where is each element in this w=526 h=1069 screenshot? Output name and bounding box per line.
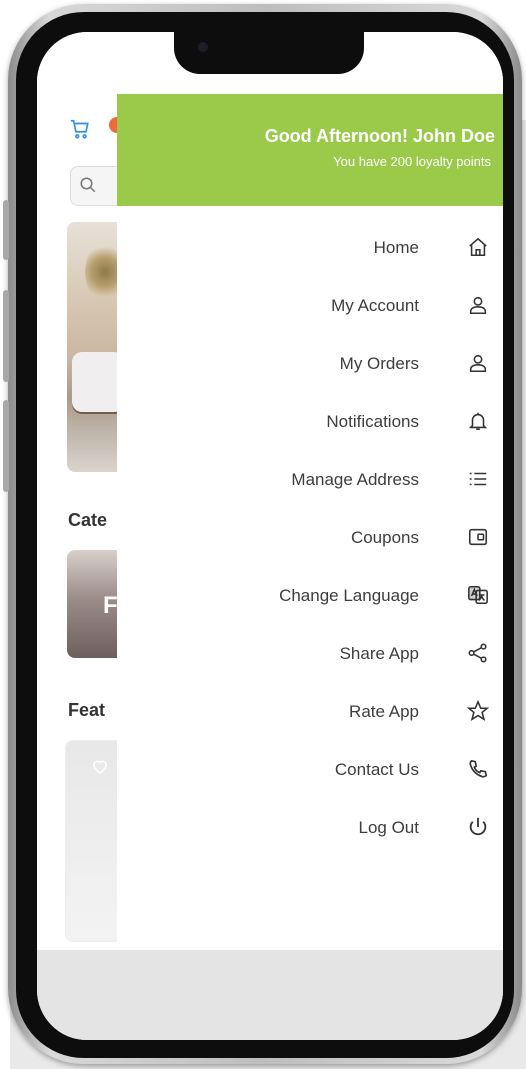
star-icon [466, 699, 490, 722]
share-icon [467, 642, 489, 664]
menu-item-manage-address[interactable]: Manage Address [117, 458, 503, 502]
menu-item-rate-app[interactable]: Rate App [117, 690, 503, 734]
translate-icon [467, 584, 489, 606]
drawer-header: Good Afternoon! John Doe You have 200 lo… [117, 94, 503, 206]
greeting-text: Good Afternoon! John Doe [264, 126, 495, 146]
phone-icon [467, 758, 489, 780]
categories-heading: Cate [68, 510, 108, 530]
menu-item-label: Home [373, 238, 419, 257]
phone-volume-down-button [3, 400, 9, 492]
list-icon [467, 468, 489, 490]
category-card-label: F [103, 592, 118, 619]
menu-item-my-orders[interactable]: My Orders [117, 342, 503, 386]
bottom-area [37, 950, 503, 1040]
menu-item-log-out[interactable]: Log Out [117, 806, 503, 850]
menu-item-label: Change Language [279, 586, 419, 605]
menu-item-notifications[interactable]: Notifications [117, 400, 503, 444]
menu-item-label: Contact Us [334, 760, 419, 779]
front-camera [198, 42, 208, 52]
power-icon [467, 816, 489, 838]
side-drawer: Good Afternoon! John Doe You have 200 lo… [117, 94, 503, 950]
featured-heading: Feat [68, 700, 106, 720]
heart-icon[interactable] [91, 758, 109, 774]
phone-mute-button [3, 200, 9, 260]
menu-item-label: My Account [331, 296, 419, 315]
menu-item-label: Log Out [358, 818, 420, 837]
phone-volume-up-button [3, 290, 9, 382]
menu-item-home[interactable]: Home [117, 226, 503, 270]
bell-icon [467, 410, 489, 432]
menu-item-label: Notifications [326, 412, 419, 431]
menu-item-label: My Orders [339, 354, 419, 373]
menu-item-label: Share App [339, 644, 419, 663]
search-icon [79, 176, 97, 194]
menu-item-coupons[interactable]: Coupons [117, 516, 503, 560]
cart-icon[interactable] [69, 118, 91, 140]
menu-item-my-account[interactable]: My Account [117, 284, 503, 328]
menu-item-contact-us[interactable]: Contact Us [117, 748, 503, 792]
phone-notch [174, 32, 364, 74]
menu-item-change-language[interactable]: Change Language [117, 574, 503, 618]
menu-item-label: Rate App [349, 702, 419, 721]
user-icon [467, 294, 489, 316]
menu-item-share-app[interactable]: Share App [117, 632, 503, 676]
home-icon [467, 236, 489, 258]
loyalty-points-text: You have 200 loyalty points [333, 154, 491, 169]
wallet-icon [467, 526, 489, 548]
menu-item-label: Coupons [350, 528, 419, 547]
menu-item-label: Manage Address [291, 470, 419, 489]
phone-screen: Cate F Feat Good Afternoon! John Doe You… [37, 32, 503, 1040]
user-icon [467, 352, 489, 374]
